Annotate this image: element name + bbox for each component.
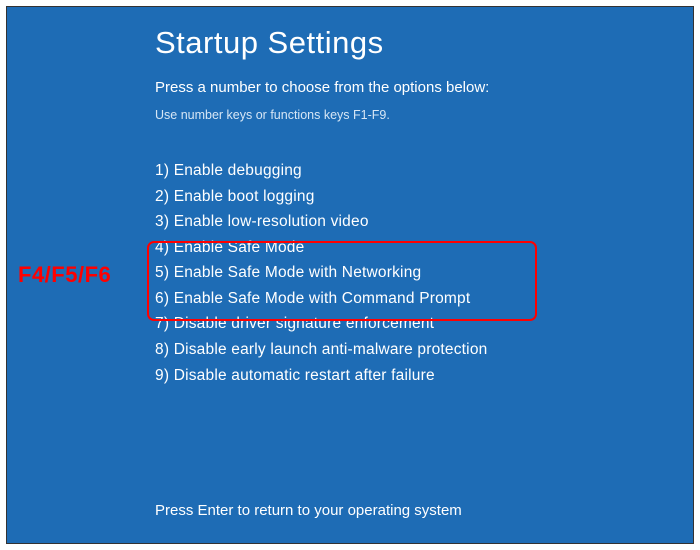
instruction-text: Press a number to choose from the option… <box>155 79 693 96</box>
option-3-low-resolution[interactable]: 3) Enable low-resolution video <box>155 209 693 235</box>
option-8-disable-anti-malware[interactable]: 8) Disable early launch anti-malware pro… <box>155 337 693 363</box>
option-9-disable-auto-restart[interactable]: 9) Disable automatic restart after failu… <box>155 363 693 389</box>
option-6-safe-mode-command-prompt[interactable]: 6) Enable Safe Mode with Command Prompt <box>155 286 693 312</box>
footer-instruction: Press Enter to return to your operating … <box>155 502 462 519</box>
option-4-safe-mode[interactable]: 4) Enable Safe Mode <box>155 235 693 261</box>
options-list: 1) Enable debugging 2) Enable boot loggi… <box>155 158 693 388</box>
startup-settings-screen: Startup Settings Press a number to choos… <box>6 6 694 544</box>
annotation-label: F4/F5/F6 <box>18 262 111 288</box>
option-2-boot-logging[interactable]: 2) Enable boot logging <box>155 184 693 210</box>
page-title: Startup Settings <box>155 25 693 61</box>
option-1-debugging[interactable]: 1) Enable debugging <box>155 158 693 184</box>
option-5-safe-mode-networking[interactable]: 5) Enable Safe Mode with Networking <box>155 260 693 286</box>
hint-text: Use number keys or functions keys F1-F9. <box>155 108 693 122</box>
option-7-disable-driver-signature[interactable]: 7) Disable driver signature enforcement <box>155 311 693 337</box>
